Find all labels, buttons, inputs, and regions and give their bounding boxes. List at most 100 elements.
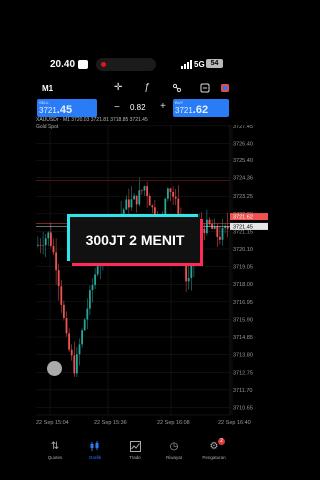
candle-body [68,333,70,350]
tab-quotes[interactable]: ⇅ Quotes [35,441,75,460]
bid-price-label: 3721.45 [233,224,253,230]
candle-body [57,270,60,287]
candle-body [174,196,177,199]
y-tick-label: 3711.70 [233,388,252,394]
candle-body [94,274,96,286]
gears-icon: ⚙ [209,441,219,452]
candle-body [172,191,174,197]
y-tick-label: 3716.95 [233,300,253,306]
new-order-icon[interactable] [220,83,230,96]
y-tick-label: 3710.65 [233,405,253,411]
candle-body [128,199,130,208]
price-chart[interactable]: 3727.453726.403725.403724.363723.253722.… [36,125,268,427]
candle-body [70,349,73,356]
candle-body [96,266,99,275]
candle-body [50,232,52,246]
y-tick-label: 3719.05 [233,265,253,271]
candle-body [39,244,42,246]
tab-label: Pengaturan [202,455,226,460]
network-type: 5G [194,60,205,69]
candle-body [146,186,148,196]
tab-pengaturan[interactable]: ⚙ Pengaturan 2 [194,438,234,460]
candle-body [138,190,141,205]
battery-icon: 54 [206,59,223,68]
timeframe-button[interactable]: M1 [42,84,53,93]
lot-size-control: − 0.82 + [102,100,170,116]
candle-body [52,245,55,253]
y-tick-label: 3725.40 [233,158,253,164]
candle-body [91,285,94,291]
candle-body [89,290,91,309]
candle-body [143,186,146,191]
one-click-trading-panel: SELL 3721.45 − 0.82 + BUY 3721.62 [36,99,230,117]
candle-body [219,236,221,240]
y-tick-label: 3713.80 [233,353,253,359]
candle-body [221,227,224,240]
y-tick-label: 3727.45 [233,125,253,130]
objects-icon[interactable] [172,83,182,96]
indicators-icon[interactable]: ƒ [144,82,150,93]
candle-body [167,188,169,199]
candle-body [135,195,138,205]
y-tick-label: 3723.25 [233,194,253,200]
y-tick-label: 3718.00 [233,282,253,288]
trend-icon [115,441,155,453]
x-tick-label: 22 Sep 15:36 [94,420,127,426]
candle-body [78,344,81,355]
tab-label: Trade [129,455,141,460]
candle-body [55,252,57,271]
candle-body [148,195,151,206]
symbols-icon[interactable] [200,83,210,96]
buy-button[interactable]: BUY 3721.62 [173,99,229,117]
caption-overlay: 300JT 2 MENIT [67,214,203,266]
y-tick-label: 3724.36 [233,176,253,182]
clock-icon: ◷ [169,441,179,452]
record-dot-icon [101,62,106,67]
candle-body [169,188,172,192]
candle-body [187,278,190,282]
overlay-caption-text: 300JT 2 MENIT [70,217,200,263]
tab-label: Riwayat [165,455,182,460]
sell-button[interactable]: SELL 3721.45 [37,99,97,117]
bottom-tab-bar: ⇅ Quotes Grafik Trade ◷ Riwayat ⚙ Pengat… [0,438,270,471]
tab-trade[interactable]: Trade [115,441,155,460]
screen-record-icon [78,60,88,69]
chart-icon [75,441,115,453]
y-tick-label: 3715.90 [233,317,253,323]
status-time: 20.40 [50,59,76,70]
crosshair-icon[interactable]: ✛ [114,82,122,93]
status-bar: 20.40 5G 54 [0,55,270,75]
notification-badge: 2 [218,438,225,445]
tab-label: Grafik [88,455,101,460]
buy-price: 3721.62 [175,104,209,116]
tab-label: Quotes [47,455,63,460]
candle-body [73,355,76,374]
tab-grafik[interactable]: Grafik [75,441,115,460]
candle-body [151,205,154,208]
candle-body [44,238,47,246]
candle-body [130,199,133,208]
candle-body [81,330,83,345]
candle-body [133,195,135,200]
recording-pill [96,58,156,71]
candle-body [208,219,211,224]
x-tick-label: 22 Sep 15:04 [36,420,69,426]
candle-body [125,199,128,210]
x-tick-label: 22 Sep 16:08 [157,420,190,426]
updown-arrows-icon: ⇅ [50,441,60,452]
candle-body [216,226,219,237]
y-tick-label: 3726.40 [233,141,253,147]
candle-body [37,244,39,246]
lot-size-value[interactable]: 0.82 [130,103,146,112]
candle-body [42,245,44,246]
candle-body [76,354,78,374]
candle-body [141,190,143,191]
x-tick-label: 22 Sep 16:40 [218,420,251,426]
lot-increase-button[interactable]: + [160,101,166,112]
candle-body [83,319,86,331]
tab-riwayat[interactable]: ◷ Riwayat [154,441,194,460]
candle-body [63,304,65,318]
lot-decrease-button[interactable]: − [114,102,120,113]
signal-icon [181,60,192,69]
candle-body [203,228,206,234]
